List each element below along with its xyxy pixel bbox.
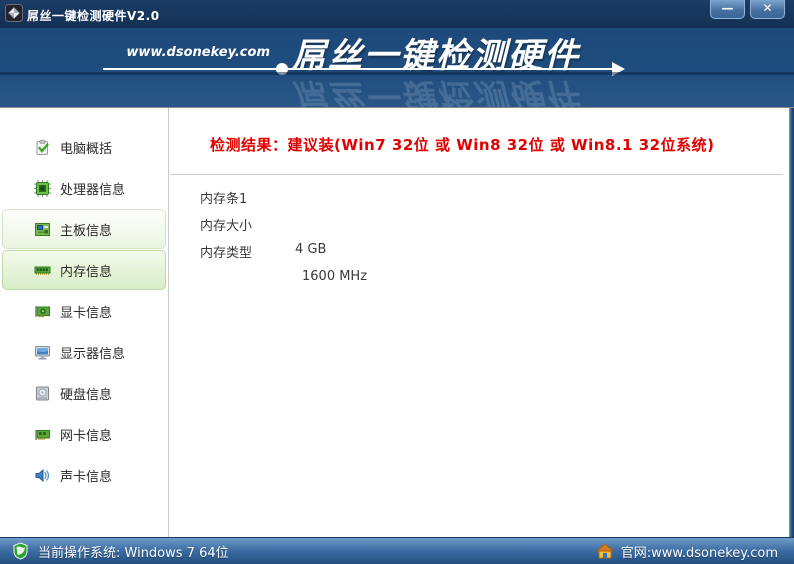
sidebar-item-motherboard[interactable]: 主板信息 [2,209,166,249]
motherboard-icon [34,221,51,238]
memory-row: 内存条1 [170,188,770,206]
memory-row-label: 内存大小 [200,215,252,234]
official-site-link[interactable]: 官网:www.dsonekey.com [596,542,778,561]
memory-row-label: 内存类型 [200,242,252,261]
window-right-border [789,108,794,537]
clipboard-check-icon [34,139,51,156]
harddisk-icon [34,385,51,402]
memory-row: 内存类型 4 GB [170,242,770,260]
cpu-icon [34,180,51,197]
monitor-icon [34,344,51,361]
gpu-icon [34,303,51,320]
sidebar-item-network-card[interactable]: 网卡信息 [2,414,166,454]
sidebar-item-memory[interactable]: 内存信息 [2,250,166,290]
sidebar-item-label: 主板信息 [60,220,112,239]
sidebar-item-label: 显卡信息 [60,302,112,321]
main-content: 检测结果：建议装(Win7 32位 或 Win8 32位 或 Win8.1 32… [170,108,789,537]
app-logo-icon [5,4,23,22]
shield-icon [12,542,29,560]
sidebar-item-monitor[interactable]: 显示器信息 [2,332,166,372]
sidebar-item-processor[interactable]: 处理器信息 [2,168,166,208]
ram-icon [34,262,51,279]
current-os-text: 当前操作系统: Windows 7 64位 [38,542,229,561]
close-button[interactable]: ✕ [750,0,785,19]
statusbar-os-group: 当前操作系统: Windows 7 64位 [12,542,229,561]
banner-divider [0,72,794,75]
memory-row-value: 4 GB [295,242,326,257]
app-window: 屌丝一键检测硬件V2.0 — ✕ 屌丝一键检测硬件 www.dsonekey.c… [0,0,794,564]
official-site-text: 官网:www.dsonekey.com [621,542,778,561]
banner-arrow-line [103,68,613,70]
sidebar-item-label: 硬盘信息 [60,384,112,403]
sidebar-item-label: 声卡信息 [60,466,112,485]
network-card-icon [34,426,51,443]
sidebar-item-label: 显示器信息 [60,343,125,362]
minimize-button[interactable]: — [710,0,745,19]
sidebar-item-label: 网卡信息 [60,425,112,444]
sidebar-item-label: 处理器信息 [60,179,125,198]
banner-title-reflection: 屌丝一键检测硬件 [292,74,580,108]
titlebar: 屌丝一键检测硬件V2.0 — ✕ [0,0,794,28]
memory-row: 1600 MHz [170,269,770,287]
sidebar-item-label: 内存信息 [60,261,112,280]
header-banner: 屌丝一键检测硬件 www.dsonekey.com 屌丝一键检测硬件 [0,28,794,108]
sidebar-item-harddisk[interactable]: 硬盘信息 [2,373,166,413]
sidebar-item-label: 电脑概括 [60,138,112,157]
content-divider [170,174,783,175]
speaker-icon [34,467,51,484]
statusbar: 当前操作系统: Windows 7 64位 官网:www.dsonekey.co… [0,537,794,564]
memory-row-value: 1600 MHz [302,269,367,284]
sidebar: 电脑概括 处理器信息 主板信息 [0,108,169,537]
detection-result: 检测结果：建议装(Win7 32位 或 Win8 32位 或 Win8.1 32… [210,134,714,155]
window-title: 屌丝一键检测硬件V2.0 [27,7,160,24]
banner-website: www.dsonekey.com [118,45,270,60]
memory-row-label: 内存条1 [200,188,247,207]
memory-row: 内存大小 [170,215,770,233]
sidebar-item-graphics-card[interactable]: 显卡信息 [2,291,166,331]
sidebar-item-sound-card[interactable]: 声卡信息 [2,455,166,495]
home-icon [596,543,614,559]
sidebar-item-computer-summary[interactable]: 电脑概括 [2,127,166,167]
